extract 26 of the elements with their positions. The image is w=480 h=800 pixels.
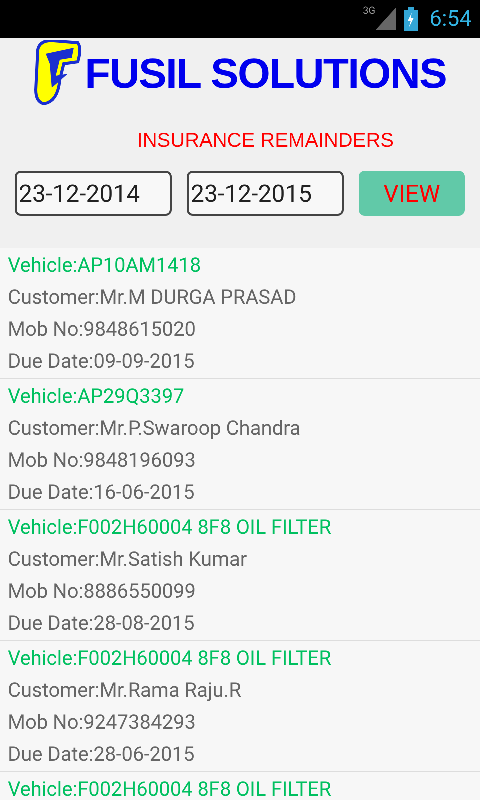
battery-icon: [404, 7, 418, 31]
vehicle-text: Vehicle:AP29Q3397: [8, 383, 186, 410]
signal-icon: [376, 8, 396, 30]
customer-text: Customer:Mr.Rama Raju.R: [8, 677, 242, 704]
network-type: 3G: [363, 7, 376, 17]
due-date: Due Date:28-08-2015: [8, 610, 196, 637]
mobile-number: Mob No:9848196093: [8, 447, 197, 474]
vehicle-text: Vehicle:F002H60004 8F8 OIL FILTER: [8, 514, 332, 541]
customer-text: Customer:Mr.Satish Kumar: [8, 546, 248, 573]
mobile-number: Mob No:8886550099: [8, 578, 197, 605]
due-date: Due Date:09-09-2015: [8, 348, 196, 375]
to-date-field[interactable]: 23-12-2015: [187, 171, 344, 216]
logo-icon: [34, 40, 82, 106]
mobile-number: Mob No:9247384293: [8, 709, 197, 736]
due-date: Due Date:16-06-2015: [8, 479, 196, 506]
mobile-number: Mob No:9848615020: [8, 316, 197, 343]
brand-title: FUSIL SOLUTIONS: [85, 48, 446, 98]
customer-text: Customer:Mr.M DURGA PRASAD: [8, 284, 298, 311]
vehicle-text: Vehicle:AP10AM1418: [8, 252, 202, 279]
due-date: Due Date:28-06-2015: [8, 741, 196, 768]
page-subtitle: INSURANCE REMAINDERS: [137, 129, 394, 154]
vehicle-text: Vehicle:F002H60004 8F8 OIL FILTER: [8, 776, 332, 800]
vehicle-text: Vehicle:F002H60004 8F8 OIL FILTER: [8, 645, 332, 672]
clock: 6:54: [430, 6, 472, 34]
customer-text: Customer:Mr.P.Swaroop Chandra: [8, 415, 302, 442]
from-date-field[interactable]: 23-12-2014: [15, 171, 172, 216]
